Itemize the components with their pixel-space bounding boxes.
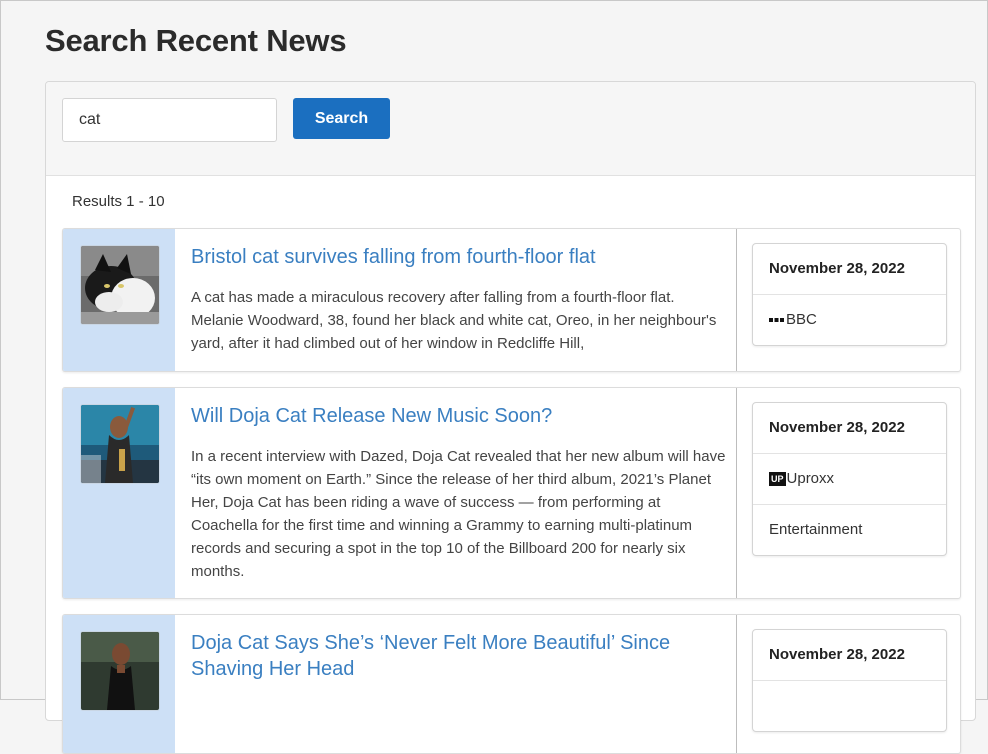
- result-card: Will Doja Cat Release New Music Soon? In…: [62, 387, 961, 599]
- result-card: Doja Cat Says She’s ‘Never Felt More Bea…: [62, 614, 961, 754]
- result-content: Doja Cat Says She’s ‘Never Felt More Bea…: [191, 615, 731, 682]
- results-count: Results 1 - 10: [72, 193, 165, 210]
- result-source[interactable]: UP Uproxx: [753, 453, 946, 504]
- result-source-name: Uproxx: [786, 470, 835, 487]
- result-meta: November 28, 2022 BBC: [752, 243, 947, 346]
- result-thumbnail[interactable]: [80, 245, 160, 325]
- thumbnail-column: [63, 388, 175, 598]
- search-bar: Search: [46, 82, 975, 176]
- result-content: Will Doja Cat Release New Music Soon? In…: [191, 388, 731, 583]
- thumbnail-column: [63, 615, 175, 753]
- result-thumbnail[interactable]: [80, 631, 160, 711]
- result-description: In a recent interview with Dazed, Doja C…: [191, 448, 726, 580]
- meta-divider: [736, 229, 737, 371]
- result-meta: November 28, 2022: [752, 629, 947, 732]
- meta-divider: [736, 388, 737, 598]
- person-photo-icon: [81, 632, 159, 710]
- result-date: November 28, 2022: [769, 260, 905, 277]
- result-source[interactable]: BBC: [753, 294, 946, 345]
- page-title: Search Recent News: [45, 23, 347, 58]
- search-input[interactable]: [62, 98, 277, 142]
- search-button[interactable]: Search: [293, 98, 390, 139]
- result-date: November 28, 2022: [769, 646, 905, 663]
- result-card: Bristol cat survives falling from fourth…: [62, 228, 961, 372]
- meta-divider: [736, 615, 737, 753]
- result-category[interactable]: Entertainment: [753, 504, 946, 555]
- result-thumbnail[interactable]: [80, 404, 160, 484]
- result-source-name: BBC: [786, 311, 817, 328]
- result-source[interactable]: [753, 680, 946, 731]
- person-photo-icon: [81, 405, 159, 483]
- result-content: Bristol cat survives falling from fourth…: [191, 229, 731, 355]
- result-description: A cat has made a miraculous recovery aft…: [191, 289, 717, 352]
- cat-photo-icon: [81, 246, 159, 324]
- thumbnail-column: [63, 229, 175, 371]
- result-date: November 28, 2022: [769, 419, 905, 436]
- result-title-link[interactable]: Will Doja Cat Release New Music Soon?: [191, 403, 731, 429]
- search-results-panel: Search Results 1 - 10 Br: [45, 81, 976, 754]
- uproxx-logo-icon: UP: [769, 472, 786, 487]
- result-title-link[interactable]: Doja Cat Says She’s ‘Never Felt More Bea…: [191, 630, 731, 682]
- bbc-logo-icon: [769, 318, 784, 323]
- result-meta: November 28, 2022 UP Uproxx Entertainment: [752, 402, 947, 556]
- result-title-link[interactable]: Bristol cat survives falling from fourth…: [191, 244, 731, 270]
